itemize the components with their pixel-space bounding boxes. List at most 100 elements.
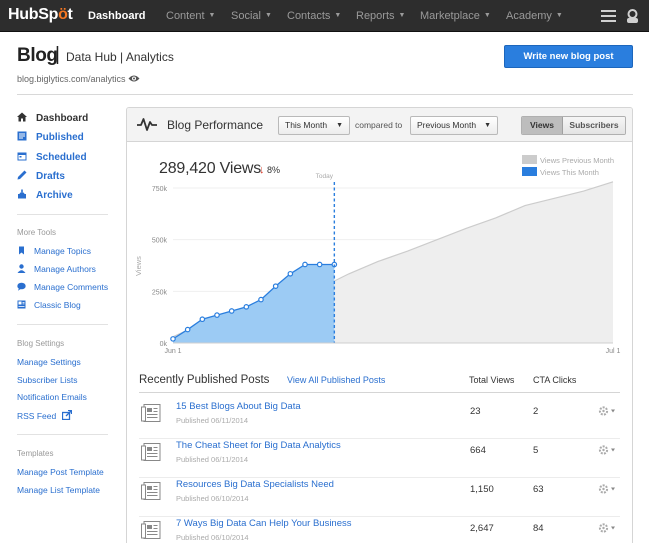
y-tick-label: 0k: [160, 341, 168, 348]
pencil-icon: [17, 170, 27, 180]
post-cta-clicks: 63: [533, 484, 544, 495]
view-all-published-link[interactable]: View All Published Posts: [287, 375, 385, 385]
x-tick-label: Jul 1: [606, 348, 621, 355]
nav-social[interactable]: Social ▼: [231, 10, 272, 22]
nav-content[interactable]: Content ▼: [166, 10, 215, 22]
post-total-views: 23: [470, 406, 481, 417]
blog-url[interactable]: blog.biglytics.com/analytics: [17, 74, 126, 84]
gear-icon[interactable]: [598, 444, 618, 456]
sidebar-item-manage-list-template[interactable]: Manage List Template: [17, 485, 100, 495]
sidebar-item-notification-emails[interactable]: Notification Emails: [17, 392, 87, 402]
sidebar-divider: [17, 214, 108, 215]
chevron-down-icon: ▼: [208, 12, 216, 19]
chevron-down-icon: ▼: [264, 12, 272, 19]
y-tick-label: 750k: [152, 186, 168, 193]
document-icon: [141, 443, 161, 461]
subscribers-toggle-button[interactable]: Subscribers: [563, 117, 625, 134]
speech-bubble-icon: [17, 282, 26, 291]
nav-academy[interactable]: Academy ▼: [506, 10, 563, 22]
y-tick-label: 500k: [152, 238, 168, 245]
views-toggle-button[interactable]: Views: [522, 117, 563, 134]
post-date: Published 06/10/2014: [176, 494, 249, 503]
menu-icon[interactable]: [601, 10, 616, 22]
post-date: Published 06/11/2014: [176, 416, 249, 425]
gear-icon[interactable]: [598, 405, 618, 417]
post-cta-clicks: 84: [533, 523, 544, 534]
table-row: 7 Ways Big Data Can Help Your Business P…: [127, 517, 632, 543]
post-title-link[interactable]: The Cheat Sheet for Big Data Analytics: [176, 440, 341, 451]
this-month-point: [287, 270, 294, 277]
blog-settings-label: Blog Settings: [17, 339, 65, 348]
home-icon: [17, 112, 27, 122]
write-new-blog-post-button[interactable]: Write new blog post: [504, 45, 633, 68]
post-title-link[interactable]: 15 Best Blogs About Big Data: [176, 401, 301, 412]
calendar-icon: [17, 152, 27, 161]
metric-toggle: Views Subscribers: [521, 116, 626, 135]
gear-icon[interactable]: [598, 522, 618, 534]
sidebar-item-published[interactable]: Published: [17, 131, 84, 143]
sidebar-item-manage-topics[interactable]: Manage Topics: [17, 246, 91, 256]
pulse-icon: [137, 118, 157, 131]
compared-to-label: compared to: [355, 120, 403, 130]
sidebar-item-rss-feed[interactable]: RSS Feed: [17, 410, 72, 421]
panel-title: Blog Performance: [167, 118, 264, 132]
hubspot-logo[interactable]: HubSpöt: [8, 6, 73, 24]
table-row: The Cheat Sheet for Big Data Analytics P…: [127, 439, 632, 478]
compare-select[interactable]: Previous Month ▼: [410, 116, 498, 135]
sidebar-item-manage-post-template[interactable]: Manage Post Template: [17, 467, 104, 477]
person-icon: [17, 264, 26, 273]
sidebar-item-dashboard[interactable]: Dashboard: [17, 112, 88, 124]
chevron-down-icon: ▼: [334, 12, 342, 19]
page-title: Blog: [17, 45, 58, 66]
nav-marketplace[interactable]: Marketplace ▼: [420, 10, 491, 22]
y-tick-label: 250k: [152, 289, 168, 296]
post-date: Published 06/11/2014: [176, 455, 249, 464]
sidebar-item-manage-comments[interactable]: Manage Comments: [17, 282, 108, 292]
this-month-point: [258, 296, 264, 303]
chevron-down-icon: ▼: [555, 12, 563, 19]
sidebar-divider: [17, 434, 108, 435]
nav-reports[interactable]: Reports ▼: [356, 10, 405, 22]
this-month-point: [199, 316, 206, 323]
title-separator: |: [55, 44, 60, 65]
posts-header-divider: [139, 392, 620, 393]
top-navigation-bar: HubSpöt Dashboard Content ▼ Social ▼ Conta…: [0, 0, 649, 32]
bookmark-icon: [19, 246, 24, 255]
sidebar-item-subscriber-lists[interactable]: Subscriber Lists: [17, 375, 77, 385]
this-month-point: [316, 261, 323, 268]
legend-swatch-previous: [522, 155, 537, 164]
eye-icon[interactable]: [128, 74, 140, 83]
this-month-point: [184, 326, 191, 333]
sidebar-item-scheduled[interactable]: Scheduled: [17, 151, 87, 163]
legend-previous-month: Views Previous Month: [522, 155, 614, 165]
post-title-link[interactable]: Resources Big Data Specialists Need: [176, 479, 334, 490]
sidebar-item-archive[interactable]: Archive: [17, 189, 73, 201]
user-icon[interactable]: [626, 9, 639, 23]
nav-contacts[interactable]: Contacts ▼: [287, 10, 341, 22]
this-month-point: [214, 312, 220, 318]
table-row: 15 Best Blogs About Big Data Published 0…: [127, 400, 632, 439]
gear-icon[interactable]: [598, 483, 618, 495]
header-divider: [17, 94, 633, 95]
post-date: Published 06/10/2014: [176, 533, 249, 542]
chevron-down-icon: ▼: [398, 12, 406, 19]
recently-published-title: Recently Published Posts: [139, 374, 270, 386]
sidebar-item-manage-settings[interactable]: Manage Settings: [17, 357, 81, 367]
nav-dashboard[interactable]: Dashboard: [88, 10, 145, 22]
column-total-views: Total Views: [469, 375, 515, 385]
post-cta-clicks: 2: [533, 406, 539, 417]
templates-label: Templates: [17, 449, 54, 458]
post-title-link[interactable]: 7 Ways Big Data Can Help Your Business: [176, 518, 352, 529]
sidebar-item-classic-blog[interactable]: Classic Blog: [17, 300, 81, 310]
post-total-views: 2,647: [470, 523, 494, 534]
this-month-point: [170, 336, 176, 342]
period-select[interactable]: This Month ▼: [278, 116, 350, 135]
blog-performance-panel: Blog Performance This Month ▼ compared to…: [126, 107, 633, 543]
archive-icon: [18, 189, 26, 199]
panel-header: Blog Performance This Month ▼ compared to…: [127, 108, 632, 142]
sidebar-item-drafts[interactable]: Drafts: [17, 170, 65, 182]
external-link-icon: [61, 410, 72, 420]
sidebar-divider: [17, 324, 108, 325]
sidebar-item-manage-authors[interactable]: Manage Authors: [17, 264, 96, 274]
column-cta-clicks: CTA Clicks: [533, 375, 577, 385]
